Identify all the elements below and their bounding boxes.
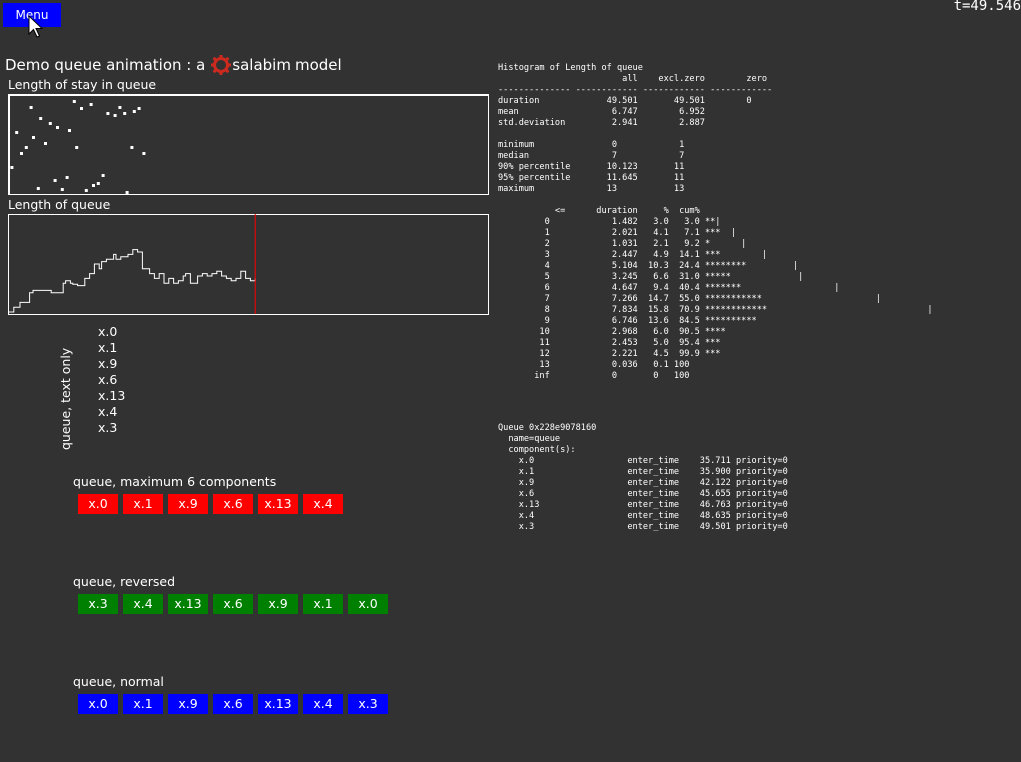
queue-printout: Queue 0x228e9078160 name=queue component… (498, 423, 788, 532)
scatter-point (32, 136, 35, 139)
queue-component-box: x.4 (123, 594, 163, 614)
logo-text: salabim (232, 56, 291, 74)
simulation-clock: t=49.546 (953, 0, 1021, 14)
queue-component-box: x.6 (213, 694, 253, 714)
queue-component-box: x.6 (213, 494, 253, 514)
text-queue-item: x.1 (98, 340, 118, 355)
scatter-point (48, 122, 52, 125)
queue-component-box: x.1 (303, 594, 343, 614)
page-title: Demo queue animation : a salabim model (5, 55, 342, 75)
text-queue-item: x.3 (98, 420, 118, 435)
scatter-point (84, 189, 88, 192)
title-prefix: Demo queue animation : a (5, 56, 206, 74)
queue-component-box: x.13 (258, 694, 298, 714)
scatter-point (39, 117, 43, 120)
text-queue-item: x.13 (98, 388, 126, 403)
histogram-printout: Histogram of Length of queue all excl.ze… (498, 63, 933, 381)
mouse-cursor-icon (28, 15, 44, 38)
scatter-point (125, 191, 129, 194)
scatter-point (20, 152, 23, 155)
text-queue-item: x.4 (98, 404, 118, 419)
gear-icon (211, 55, 232, 75)
queue-length-series (8, 249, 256, 313)
scatter-point (132, 110, 136, 113)
queue-normal: x.0 x.1 x.9 x.6 x.13 x.4 x.3 (78, 694, 498, 716)
scatter-point (36, 187, 40, 190)
queue-normal-title: queue, normal (73, 674, 164, 689)
queue-component-box: x.0 (78, 494, 118, 514)
scatter-point (56, 126, 59, 129)
scatter-point (72, 100, 76, 103)
chart-frame (9, 95, 488, 194)
queue-reversed: x.3 x.4 x.13 x.6 x.9 x.1 x.0 (78, 594, 498, 616)
scatter-point (123, 112, 127, 115)
queue-component-box: x.13 (258, 494, 298, 514)
stay-scatter-chart (8, 94, 489, 195)
scatter-point (106, 112, 110, 115)
scatter-point (65, 176, 69, 179)
length-line-chart (8, 214, 489, 315)
queue-reversed-title: queue, reversed (73, 574, 176, 589)
scatter-point (75, 146, 79, 149)
text-queue-item: x.9 (98, 356, 118, 371)
queue-component-box: x.0 (78, 694, 118, 714)
text-queue-item: x.0 (98, 324, 118, 339)
queue-component-box: x.0 (348, 594, 388, 614)
scatter-point (89, 103, 93, 106)
scatter-point (113, 114, 117, 117)
stay-chart-label: Length of stay in queue (8, 77, 157, 92)
scatter-point (101, 174, 105, 177)
scatter-point (130, 146, 134, 149)
queue-max6-title: queue, maximum 6 components (73, 474, 277, 489)
scatter-point (137, 107, 141, 110)
scatter-point (118, 106, 122, 109)
queue-component-box: x.4 (303, 694, 343, 714)
length-chart-label: Length of queue (8, 197, 111, 212)
text-queue-item: x.6 (98, 372, 118, 387)
scatter-point (142, 152, 146, 155)
title-suffix: model (294, 56, 342, 74)
queue-component-box: x.9 (168, 694, 208, 714)
queue-component-box: x.4 (303, 494, 343, 514)
scatter-point (80, 107, 83, 110)
queue-component-box: x.6 (213, 594, 253, 614)
scatter-point (96, 182, 100, 185)
queue-component-box: x.1 (123, 494, 163, 514)
scatter-point (92, 184, 95, 187)
queue-component-box: x.13 (168, 594, 208, 614)
text-only-queue-label: queue, text only (58, 347, 73, 450)
scatter-point (60, 188, 64, 191)
queue-component-box: x.9 (168, 494, 208, 514)
scatter-point (10, 166, 14, 169)
scatter-point (15, 131, 19, 134)
queue-component-box: x.3 (348, 694, 388, 714)
queue-component-box: x.1 (123, 694, 163, 714)
queue-max6: x.0 x.1 x.9 x.6 x.13 x.4 (78, 494, 498, 516)
scatter-point (53, 179, 57, 182)
scatter-point (24, 146, 28, 149)
scatter-point (44, 142, 47, 145)
scatter-point (29, 106, 33, 109)
queue-component-box: x.9 (258, 594, 298, 614)
chart-frame (8, 214, 489, 315)
salabim-logo: salabim (211, 55, 291, 75)
scatter-point (68, 129, 71, 132)
queue-component-box: x.3 (78, 594, 118, 614)
